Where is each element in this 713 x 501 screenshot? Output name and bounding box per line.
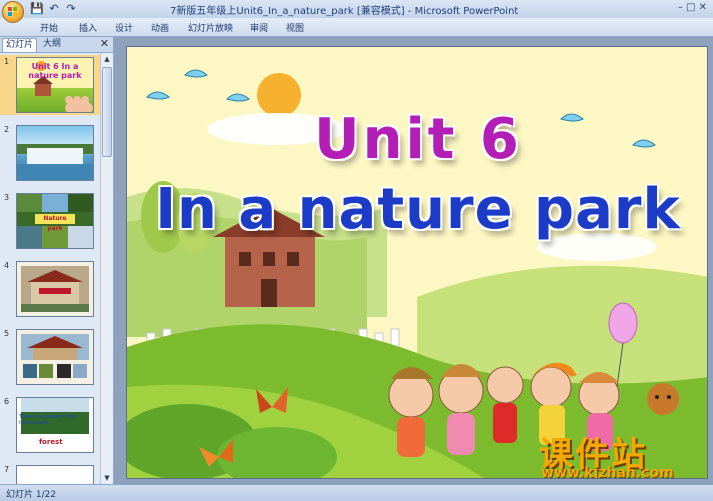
tab-review[interactable]: 审阅 bbox=[250, 21, 268, 34]
slide-thumbnail-list: 1 Unit 6 In a nature park 2 3 Nature par… bbox=[0, 53, 100, 484]
save-icon[interactable]: 💾 bbox=[30, 2, 44, 16]
slide-preview bbox=[16, 329, 94, 385]
tab-home[interactable]: 开始 bbox=[40, 21, 58, 34]
slide-preview: There is a forest in the nature park. fo… bbox=[16, 397, 94, 453]
slides-pane: 幻灯片 大纲 ✕ 1 Unit 6 In a nature park 2 3 N… bbox=[0, 37, 114, 484]
tab-slideshow[interactable]: 幻灯片放映 bbox=[188, 21, 233, 34]
slide-number: 6 bbox=[4, 397, 10, 406]
title-bar: 💾 ↶ ↷ 7新版五年级上Unit6_In_a_nature_park [兼容模… bbox=[0, 0, 713, 23]
slide-3-mini-title: Nature park bbox=[43, 215, 67, 232]
waterfall-image bbox=[17, 144, 93, 180]
slide-number: 7 bbox=[4, 465, 10, 474]
slide-number: 3 bbox=[4, 193, 10, 202]
scroll-up-icon[interactable]: ▲ bbox=[101, 53, 113, 65]
slide-thumbnail-4[interactable]: 4 bbox=[0, 259, 100, 319]
slide-number: 5 bbox=[4, 329, 10, 338]
tab-insert[interactable]: 插入 bbox=[79, 21, 97, 34]
quick-access-toolbar: 💾 ↶ ↷ bbox=[30, 2, 78, 16]
pane-tabs: 幻灯片 大纲 ✕ bbox=[0, 37, 113, 53]
slide-canvas[interactable]: Unit 6 In a nature park 课件站 www.kjzhan.c… bbox=[126, 46, 708, 479]
slide-preview bbox=[16, 261, 94, 317]
redo-icon[interactable]: ↷ bbox=[64, 2, 78, 16]
tab-slides[interactable]: 幻灯片 bbox=[2, 38, 38, 52]
window-title: 7新版五年级上Unit6_In_a_nature_park [兼容模式] - M… bbox=[170, 6, 519, 17]
slide-thumbnail-2[interactable]: 2 bbox=[0, 123, 100, 183]
slide-number: 2 bbox=[4, 125, 10, 134]
slide-thumbnail-6[interactable]: 6 There is a forest in the nature park. … bbox=[0, 395, 100, 455]
slide-thumbnail-5[interactable]: 5 bbox=[0, 327, 100, 387]
slide-preview: Unit 6 In a nature park bbox=[16, 57, 94, 113]
tab-view[interactable]: 视图 bbox=[286, 21, 304, 34]
scroll-down-icon[interactable]: ▼ bbox=[101, 472, 113, 484]
undo-icon[interactable]: ↶ bbox=[47, 2, 61, 16]
temple-image bbox=[21, 334, 89, 378]
tab-design[interactable]: 设计 bbox=[115, 21, 133, 34]
slide-preview bbox=[16, 125, 94, 181]
slide-thumbnail-7[interactable]: 7 bbox=[0, 463, 100, 484]
slide-6-mini-word: forest bbox=[39, 438, 63, 446]
slide-editor: Unit 6 In a nature park 课件站 www.kjzhan.c… bbox=[114, 37, 713, 484]
close-icon[interactable]: ✕ bbox=[100, 37, 109, 50]
watermark-url: www.kjzhan.com bbox=[541, 465, 674, 479]
thumbnail-scrollbar[interactable]: ▲ ▼ bbox=[100, 53, 113, 484]
slide-6-mini-title: There is a forest in the nature park. bbox=[19, 414, 76, 426]
scrollbar-thumb[interactable] bbox=[102, 67, 112, 157]
window-controls[interactable]: – □ ✕ bbox=[678, 2, 707, 13]
office-logo-icon bbox=[8, 7, 18, 17]
ribbon-tab-bar: 开始 插入 设计 动画 幻灯片放映 审阅 视图 bbox=[0, 18, 713, 37]
status-bar: 幻灯片 1/22 bbox=[0, 484, 713, 501]
tab-outline[interactable]: 大纲 bbox=[40, 38, 64, 51]
slide-preview: Nature park bbox=[16, 193, 94, 249]
balloon-icon bbox=[608, 302, 638, 344]
slide-preview bbox=[16, 465, 94, 484]
building-image bbox=[21, 266, 89, 312]
slide-title-topic[interactable]: In a nature park bbox=[127, 177, 707, 242]
slide-number: 1 bbox=[4, 57, 10, 66]
office-button[interactable] bbox=[2, 1, 24, 23]
slide-title-unit[interactable]: Unit 6 bbox=[127, 107, 707, 172]
slide-1-mini-title: Unit 6 In a nature park bbox=[28, 62, 82, 80]
slide-number: 4 bbox=[4, 261, 10, 270]
slide-thumbnail-3[interactable]: 3 Nature park bbox=[0, 191, 100, 251]
dog-icon bbox=[647, 383, 679, 415]
slide-thumbnail-1[interactable]: 1 Unit 6 In a nature park bbox=[0, 55, 100, 115]
tab-animations[interactable]: 动画 bbox=[151, 21, 169, 34]
slide-counter: 幻灯片 1/22 bbox=[6, 490, 57, 500]
